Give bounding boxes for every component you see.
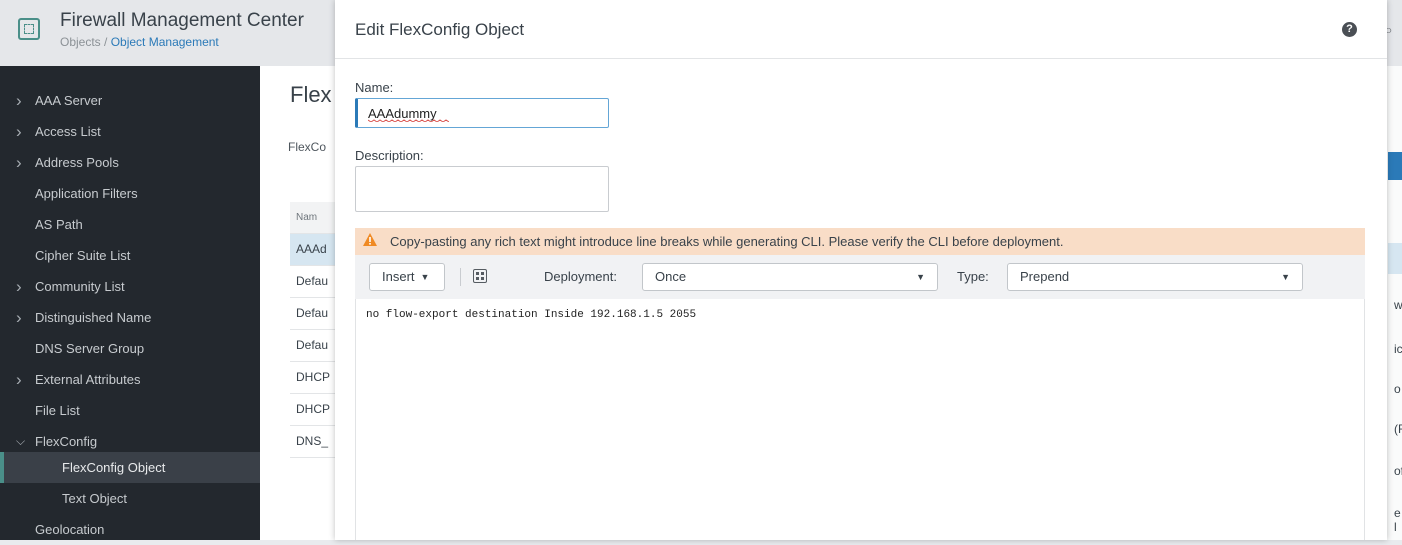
table-row[interactable]: AAAd: [290, 234, 340, 266]
chevron-right-icon: ›: [16, 277, 22, 296]
sidebar-item-label: Address Pools: [35, 155, 119, 170]
variables-table-icon[interactable]: [473, 269, 487, 283]
table-cell-fragment: o: [1394, 382, 1401, 396]
dialog-header: Edit FlexConfig Object ?: [335, 0, 1387, 59]
app-logo-icon: [18, 18, 40, 40]
type-value: Prepend: [1020, 269, 1070, 284]
background-page-heading: Flex: [290, 82, 332, 107]
spellcheck-underline: [368, 119, 449, 122]
warning-text: Copy-pasting any rich text might introdu…: [390, 234, 1064, 249]
sidebar-item-aaa-server[interactable]: › AAA Server: [0, 85, 260, 116]
description-label: Description:: [355, 148, 424, 163]
insert-label: Insert: [382, 269, 415, 284]
help-icon[interactable]: ?: [1342, 22, 1357, 37]
chevron-down-icon: ▼: [420, 272, 430, 282]
sidebar-item-as-path[interactable]: AS Path: [0, 209, 260, 240]
table-row[interactable]: Defau: [290, 330, 340, 362]
table-row[interactable]: DHCP: [290, 394, 340, 426]
name-label: Name:: [355, 80, 394, 95]
type-label: Type:: [957, 269, 989, 284]
breadcrumb: Objects / Object Management: [60, 35, 219, 49]
sidebar-item-community-list[interactable]: › Community List: [0, 271, 260, 302]
dialog-title: Edit FlexConfig Object: [355, 20, 525, 39]
table-row-edge: [1388, 243, 1402, 274]
table-header: Nam: [290, 202, 340, 234]
sidebar-item-address-pools[interactable]: › Address Pools: [0, 147, 260, 178]
deployment-select[interactable]: Once ▼: [642, 263, 938, 291]
table-row[interactable]: DNS_: [290, 426, 340, 458]
sidebar-item-label: Access List: [35, 124, 101, 139]
type-select[interactable]: Prepend ▼: [1007, 263, 1303, 291]
background-subheading: FlexCo: [288, 140, 327, 154]
background-table: Nam AAAd Defau Defau Defau DHCP DHCP DNS_: [290, 202, 340, 458]
sidebar-item-label: FlexConfig Object: [62, 460, 166, 475]
table-row[interactable]: Defau: [290, 298, 340, 330]
chevron-right-icon: ›: [16, 370, 22, 389]
sidebar-item-label: Cipher Suite List: [35, 248, 131, 263]
table-cell-fragment: of: [1394, 464, 1402, 478]
chevron-down-icon: ▼: [1281, 272, 1290, 282]
chevron-right-icon: ›: [16, 153, 22, 172]
table-row[interactable]: DHCP: [290, 362, 340, 394]
warning-icon: [363, 233, 377, 246]
cli-editor[interactable]: no flow-export destination Inside 192.16…: [355, 299, 1365, 540]
sidebar-item-distinguished-name[interactable]: › Distinguished Name: [0, 302, 260, 333]
table-cell-fragment: e l: [1394, 506, 1401, 534]
warning-banner: Copy-pasting any rich text might introdu…: [355, 228, 1365, 255]
app-title: Firewall Management Center: [60, 10, 304, 31]
sidebar-item-cipher-suite-list[interactable]: Cipher Suite List: [0, 240, 260, 271]
sidebar-item-label: AAA Server: [35, 93, 103, 108]
sidebar-item-text-object[interactable]: Text Object: [0, 483, 260, 514]
sidebar-item-dns-server-group[interactable]: DNS Server Group: [0, 333, 260, 364]
name-input[interactable]: [355, 98, 609, 128]
sidebar-item-label: AS Path: [35, 217, 83, 232]
breadcrumb-objects[interactable]: Objects: [60, 35, 101, 49]
sidebar-item-geolocation[interactable]: Geolocation: [0, 514, 260, 545]
sidebar-item-file-list[interactable]: File List: [0, 395, 260, 426]
cli-editor-content: no flow-export destination Inside 192.16…: [366, 309, 697, 321]
sidebar-item-label: Community List: [35, 279, 125, 294]
sidebar-item-label: Text Object: [62, 491, 128, 506]
table-row[interactable]: Defau: [290, 266, 340, 298]
sidebar-item-access-list[interactable]: › Access List: [0, 116, 260, 147]
sidebar-item-application-filters[interactable]: Application Filters: [0, 178, 260, 209]
sidebar-item-label: File List: [35, 403, 80, 418]
deployment-label: Deployment:: [544, 269, 617, 284]
chevron-right-icon: ›: [16, 122, 22, 141]
editor-toolbar: Insert ▼ Deployment: Once ▼ Type: Prepend…: [355, 255, 1365, 300]
sidebar-item-label: Distinguished Name: [35, 310, 152, 325]
table-cell-fragment: (F: [1394, 422, 1402, 436]
sidebar-item-label: External Attributes: [35, 372, 141, 387]
sidebar: › AAA Server › Access List › Address Pools App…: [0, 66, 260, 540]
background-add-button[interactable]: [1388, 152, 1402, 180]
toolbar-divider: [460, 268, 461, 286]
sidebar-item-flexconfig-object[interactable]: FlexConfig Object: [0, 452, 260, 483]
table-cell-fragment: w: [1394, 298, 1402, 312]
chevron-right-icon: ›: [16, 308, 22, 327]
breadcrumb-separator: /: [100, 35, 111, 49]
insert-dropdown-button[interactable]: Insert ▼: [369, 263, 445, 291]
deployment-value: Once: [655, 269, 687, 284]
sidebar-item-external-attributes[interactable]: › External Attributes: [0, 364, 260, 395]
sidebar-item-label: Geolocation: [35, 522, 105, 537]
breadcrumb-object-management[interactable]: Object Management: [111, 35, 219, 49]
edit-flexconfig-dialog: Edit FlexConfig Object ? Name: Descripti…: [335, 0, 1387, 540]
sidebar-item-label: DNS Server Group: [35, 341, 145, 356]
chevron-down-icon: ▼: [916, 272, 925, 282]
description-field[interactable]: [355, 166, 609, 212]
sidebar-item-label: Application Filters: [35, 186, 138, 201]
chevron-right-icon: ›: [16, 91, 22, 110]
table-cell-fragment: ic: [1394, 342, 1402, 356]
